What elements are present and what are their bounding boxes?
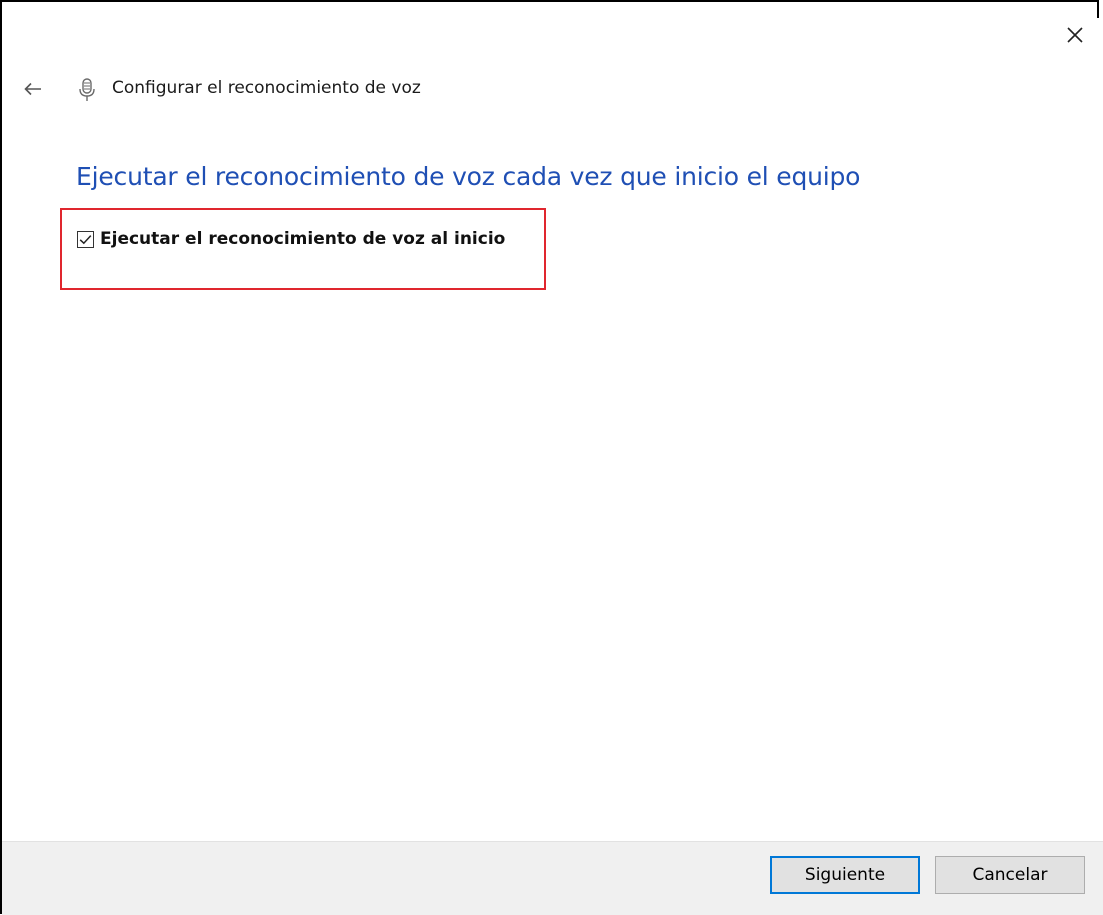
window-right-edge-line bbox=[1097, 0, 1099, 18]
microphone-icon bbox=[79, 78, 95, 101]
startup-checkbox-label: Ejecutar el reconocimiento de voz al ini… bbox=[100, 229, 506, 249]
arrow-left-icon bbox=[24, 82, 41, 96]
cancel-button[interactable]: Cancelar bbox=[935, 856, 1085, 894]
window-title: Configurar el reconocimiento de voz bbox=[112, 78, 421, 98]
startup-checkbox-row[interactable]: Ejecutar el reconocimiento de voz al ini… bbox=[77, 229, 505, 249]
close-button[interactable] bbox=[1058, 18, 1092, 52]
window-right-edge bbox=[1097, 0, 1103, 914]
close-icon bbox=[1067, 27, 1083, 43]
highlight-box bbox=[60, 208, 546, 290]
next-button[interactable]: Siguiente bbox=[770, 856, 920, 894]
checkmark-icon bbox=[79, 234, 92, 244]
page-heading: Ejecutar el reconocimiento de voz cada v… bbox=[76, 162, 861, 191]
dialog-window bbox=[0, 0, 1103, 914]
back-button[interactable] bbox=[18, 74, 48, 104]
startup-checkbox[interactable] bbox=[77, 230, 94, 248]
